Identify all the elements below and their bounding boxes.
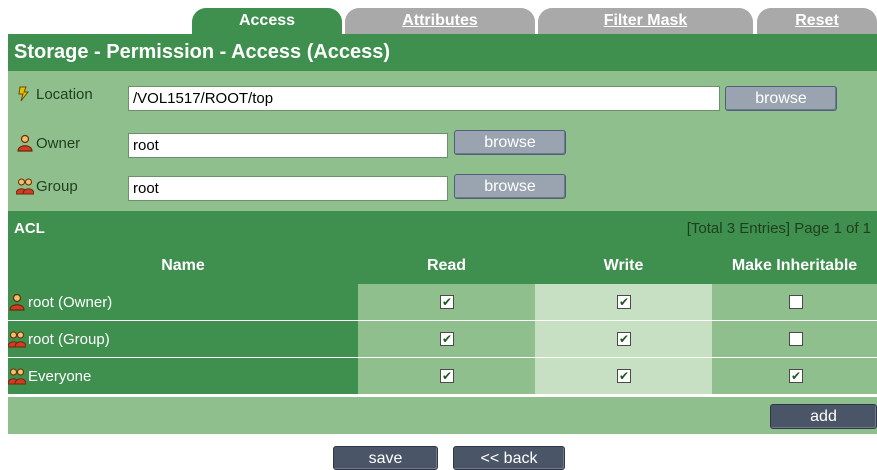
location-icon [18, 86, 30, 102]
write-cell: ✔ [535, 284, 712, 320]
tab-access[interactable]: Access [192, 8, 342, 34]
inherit-cell [712, 284, 877, 320]
user-icon [9, 293, 25, 311]
location-label: Location [36, 85, 93, 103]
table-row: root (Owner) ✔ ✔ [8, 284, 877, 321]
inherit-checkbox[interactable] [789, 295, 803, 309]
add-button[interactable]: add [770, 404, 877, 429]
column-read: Read [426, 257, 467, 274]
inherit-checkbox[interactable] [789, 332, 803, 346]
write-cell: ✔ [535, 321, 712, 357]
write-checkbox[interactable]: ✔ [617, 369, 631, 383]
column-name: Name [161, 257, 205, 274]
save-button[interactable]: save [333, 446, 438, 470]
read-checkbox[interactable]: ✔ [440, 332, 454, 346]
acl-title: ACL [14, 220, 45, 237]
read-checkbox[interactable]: ✔ [440, 295, 454, 309]
row-name: Everyone [28, 367, 92, 385]
row-name-cell: Everyone [8, 358, 358, 394]
table-row: Everyone ✔ ✔ ✔ [8, 358, 877, 395]
location-label-group: Location [16, 85, 93, 103]
user-icon [17, 134, 33, 152]
tab-reset[interactable]: Reset [757, 8, 877, 34]
group-input[interactable] [128, 176, 448, 201]
inherit-cell [712, 321, 877, 357]
group-label-group: Group [16, 177, 78, 195]
owner-label: Owner [36, 134, 81, 152]
write-checkbox[interactable]: ✔ [617, 332, 631, 346]
tab-filter-mask[interactable]: Filter Mask [538, 8, 753, 34]
row-name-cell: root (Group) [8, 321, 358, 357]
row-name: root (Group) [28, 330, 110, 348]
inherit-checkbox[interactable]: ✔ [789, 369, 803, 383]
column-write: Write [603, 257, 644, 274]
location-input[interactable] [128, 86, 720, 111]
fields-panel: Location browse Owner browse Group brows… [8, 71, 877, 211]
location-browse-button[interactable]: browse [725, 86, 837, 111]
acl-summary: [Total 3 Entries] Page 1 of 1 [686, 220, 871, 237]
read-cell: ✔ [358, 321, 535, 357]
group-label: Group [36, 177, 78, 195]
tab-attributes[interactable]: Attributes [345, 8, 535, 34]
acl-footer: add [8, 397, 877, 434]
page-title: Storage - Permission - Access (Access) [8, 34, 877, 71]
owner-label-group: Owner [16, 134, 80, 152]
group-icon [16, 178, 34, 195]
acl-column-headers: Name Read Write Make Inheritable [8, 247, 877, 284]
write-checkbox[interactable]: ✔ [617, 295, 631, 309]
owner-input[interactable] [128, 133, 448, 158]
group-icon [8, 368, 26, 385]
read-cell: ✔ [358, 358, 535, 394]
group-icon [8, 331, 26, 348]
inherit-cell: ✔ [712, 358, 877, 394]
owner-browse-button[interactable]: browse [454, 130, 566, 155]
column-make-inheritable: Make Inheritable [731, 257, 858, 274]
write-cell: ✔ [535, 358, 712, 394]
read-checkbox[interactable]: ✔ [440, 369, 454, 383]
row-name-cell: root (Owner) [8, 284, 358, 320]
table-row: root (Group) ✔ ✔ [8, 321, 877, 358]
acl-header: ACL [Total 3 Entries] Page 1 of 1 [8, 211, 877, 247]
group-browse-button[interactable]: browse [454, 174, 566, 199]
row-name: root (Owner) [28, 293, 113, 311]
read-cell: ✔ [358, 284, 535, 320]
back-button[interactable]: << back [453, 446, 565, 470]
